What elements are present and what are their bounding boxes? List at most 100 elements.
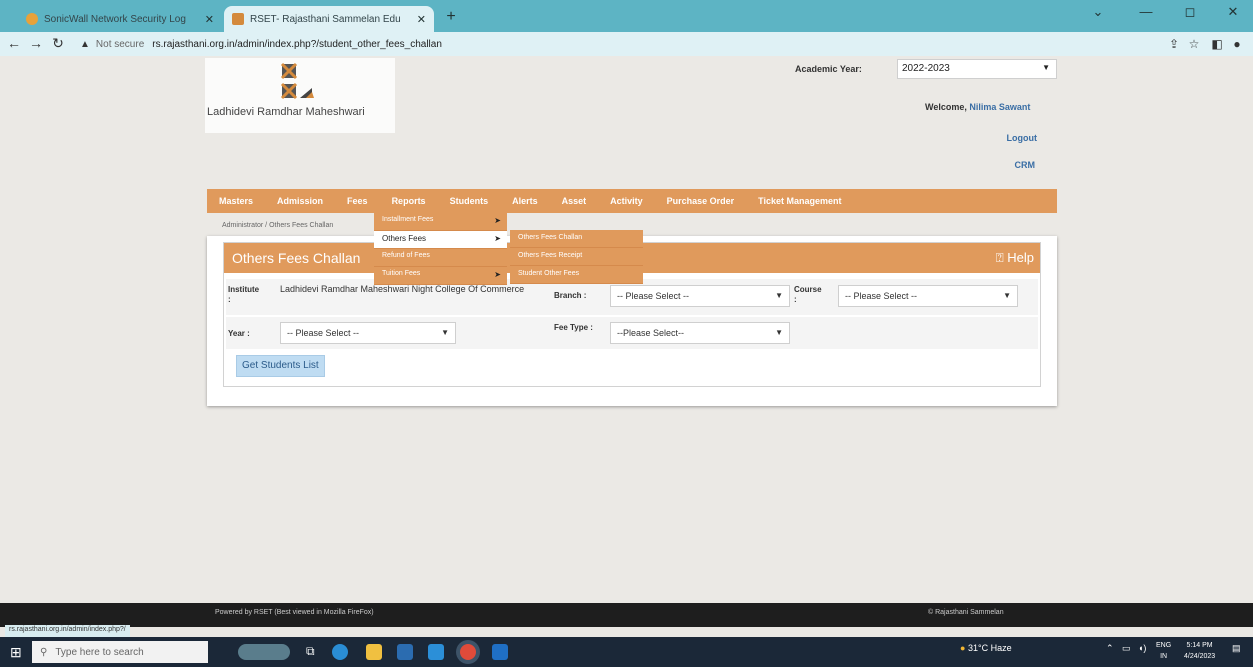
nav-asset[interactable]: Asset xyxy=(550,196,599,206)
weather-text: 31°C Haze xyxy=(967,643,1012,653)
submenu-item-student-other-fees[interactable]: Student Other Fees xyxy=(510,266,643,284)
windows-taskbar: ⊞ ⚲ Type here to search ⧉ ● 31°C Haze ⌃ … xyxy=(0,637,1253,667)
clock-time: 5:14 PM xyxy=(1186,642,1213,649)
logo-text: Ladhidevi Ramdhar Maheshwari xyxy=(207,106,365,118)
tab-search-icon[interactable]: ⌄ xyxy=(1083,4,1113,20)
get-students-list-button[interactable]: Get Students List xyxy=(236,355,325,377)
forward-arrow-icon[interactable]: → xyxy=(26,35,46,51)
clock-date: 4/24/2023 xyxy=(1184,653,1216,660)
maximize-button[interactable]: ◻ xyxy=(1175,4,1205,20)
form-row-2: Year : -- Please Select -- ▼ Fee Type : … xyxy=(226,317,1038,349)
close-tab-icon[interactable]: ✕ xyxy=(417,13,426,26)
logo-mark-icon xyxy=(280,62,314,100)
task-view-icon[interactable]: ⧉ xyxy=(306,644,322,660)
mail-icon[interactable] xyxy=(428,644,444,660)
weather-widget-icon[interactable] xyxy=(238,644,290,660)
year-select[interactable]: -- Please Select -- ▼ xyxy=(280,322,456,344)
nav-reports[interactable]: Reports xyxy=(380,196,438,206)
taskbar-search-box[interactable]: ⚲ Type here to search xyxy=(32,641,208,663)
nav-students[interactable]: Students xyxy=(438,196,501,206)
sidebar-icon[interactable]: ◧ xyxy=(1208,37,1226,51)
menu-item-label: Others Fees xyxy=(382,234,427,243)
nav-fees[interactable]: Fees xyxy=(335,196,380,206)
weather-sun-icon: ● xyxy=(960,643,966,653)
nav-admission[interactable]: Admission xyxy=(265,196,335,206)
institute-label: Institute : xyxy=(228,285,260,304)
fee-type-value: --Please Select-- xyxy=(617,328,685,338)
language-indicator[interactable]: ENG IN xyxy=(1156,640,1171,662)
teams-icon[interactable] xyxy=(492,644,508,660)
footer-copyright: © Rajasthani Sammelan xyxy=(928,609,1004,616)
footer-powered-by: Powered by RSET (Best viewed in Mozilla … xyxy=(215,609,374,616)
file-explorer-icon[interactable] xyxy=(366,644,382,660)
chevron-down-icon: ▼ xyxy=(775,328,783,337)
branch-select[interactable]: -- Please Select -- ▼ xyxy=(610,285,790,307)
reload-icon[interactable]: ↻ xyxy=(48,35,68,52)
submenu-item-others-fees-challan[interactable]: Others Fees Challan xyxy=(510,230,643,248)
menu-item-others-fees[interactable]: Others Fees ➤ xyxy=(374,231,507,249)
taskbar-clock[interactable]: 5:14 PM 4/24/2023 xyxy=(1184,640,1215,662)
nav-masters[interactable]: Masters xyxy=(207,196,265,206)
minimize-button[interactable]: — xyxy=(1131,4,1161,19)
chevron-down-icon: ▼ xyxy=(775,291,783,300)
windows-start-icon[interactable]: ⊞ xyxy=(10,644,22,661)
course-select[interactable]: -- Please Select -- ▼ xyxy=(838,285,1018,307)
new-tab-button[interactable]: + xyxy=(440,6,462,28)
page-footer: Powered by RSET (Best viewed in Mozilla … xyxy=(0,603,1253,627)
academic-year-value: 2022-2023 xyxy=(902,63,950,74)
logout-link[interactable]: Logout xyxy=(1007,133,1038,143)
share-icon[interactable]: ⇪ xyxy=(1165,37,1183,51)
help-link[interactable]: ⍰ Help xyxy=(996,250,1034,266)
volume-icon[interactable]: ◖) xyxy=(1138,643,1146,653)
network-icon[interactable]: ▭ xyxy=(1122,643,1131,654)
nav-ticket-management[interactable]: Ticket Management xyxy=(746,196,853,206)
nav-alerts[interactable]: Alerts xyxy=(500,196,550,206)
chevron-right-icon: ➤ xyxy=(494,270,501,279)
submenu-item-others-fees-receipt[interactable]: Others Fees Receipt xyxy=(510,248,643,266)
user-name: Nilima Sawant xyxy=(969,102,1031,112)
fee-type-label: Fee Type : xyxy=(554,323,593,332)
form-row-1: Institute : Ladhidevi Ramdhar Maheshwari… xyxy=(226,279,1038,315)
back-arrow-icon[interactable]: ← xyxy=(4,35,24,51)
fee-type-select[interactable]: --Please Select-- ▼ xyxy=(610,322,790,344)
menu-item-label: Refund of Fees xyxy=(382,252,430,259)
fees-dropdown-menu: Installment Fees ➤ Others Fees ➤ Refund … xyxy=(374,213,507,285)
others-fees-submenu: Others Fees Challan Others Fees Receipt … xyxy=(510,230,643,284)
chevron-down-icon: ▼ xyxy=(1003,291,1011,300)
url-text: rs.rajasthani.org.in/admin/index.php?/st… xyxy=(152,38,442,50)
welcome-label: Welcome, xyxy=(925,102,967,112)
store-icon[interactable] xyxy=(397,644,413,660)
profile-avatar-icon[interactable]: ● xyxy=(1228,37,1246,51)
menu-item-tuition-fees[interactable]: Tuition Fees ➤ xyxy=(374,267,507,285)
address-bar[interactable]: ▲ Not secure rs.rajasthani.org.in/admin/… xyxy=(80,35,1195,53)
branch-value: -- Please Select -- xyxy=(617,291,690,301)
academic-year-select[interactable]: 2022-2023 ▼ xyxy=(897,59,1057,79)
weather-status[interactable]: ● 31°C Haze xyxy=(960,643,1012,653)
year-value: -- Please Select -- xyxy=(287,328,360,338)
chevron-down-icon: ▼ xyxy=(441,328,449,337)
breadcrumb: Administrator / Others Fees Challan xyxy=(222,222,334,229)
edge-browser-icon[interactable] xyxy=(332,644,348,660)
bookmark-star-icon[interactable]: ☆ xyxy=(1185,37,1203,51)
tab-rset[interactable]: RSET- Rajasthani Sammelan Edu ✕ xyxy=(224,6,434,32)
notifications-icon[interactable]: ▤ xyxy=(1232,643,1241,654)
tab-sonicwall[interactable]: SonicWall Network Security Log ✕ xyxy=(18,6,222,32)
crm-link[interactable]: CRM xyxy=(1015,160,1036,170)
menu-item-installment-fees[interactable]: Installment Fees ➤ xyxy=(374,213,507,231)
system-tray-chevron-icon[interactable]: ⌃ xyxy=(1106,643,1114,654)
web-page: Ladhidevi Ramdhar Maheshwari Academic Ye… xyxy=(0,56,1253,603)
menu-item-label: Installment Fees xyxy=(382,216,434,223)
nav-purchase-order[interactable]: Purchase Order xyxy=(655,196,747,206)
chrome-browser-icon[interactable] xyxy=(460,644,476,660)
menu-item-refund-of-fees[interactable]: Refund of Fees xyxy=(374,249,507,267)
course-value: -- Please Select -- xyxy=(845,291,918,301)
sonicwall-favicon-icon xyxy=(26,13,38,25)
chevron-right-icon: ➤ xyxy=(494,216,501,225)
academic-year-label: Academic Year: xyxy=(795,64,862,74)
institute-value: Ladhidevi Ramdhar Maheshwari Night Colle… xyxy=(280,284,525,294)
close-window-button[interactable]: ✕ xyxy=(1218,4,1248,20)
browser-tab-strip: SonicWall Network Security Log ✕ RSET- R… xyxy=(0,0,1253,32)
nav-activity[interactable]: Activity xyxy=(598,196,655,206)
chevron-right-icon: ➤ xyxy=(494,234,501,243)
close-tab-icon[interactable]: ✕ xyxy=(205,13,214,26)
